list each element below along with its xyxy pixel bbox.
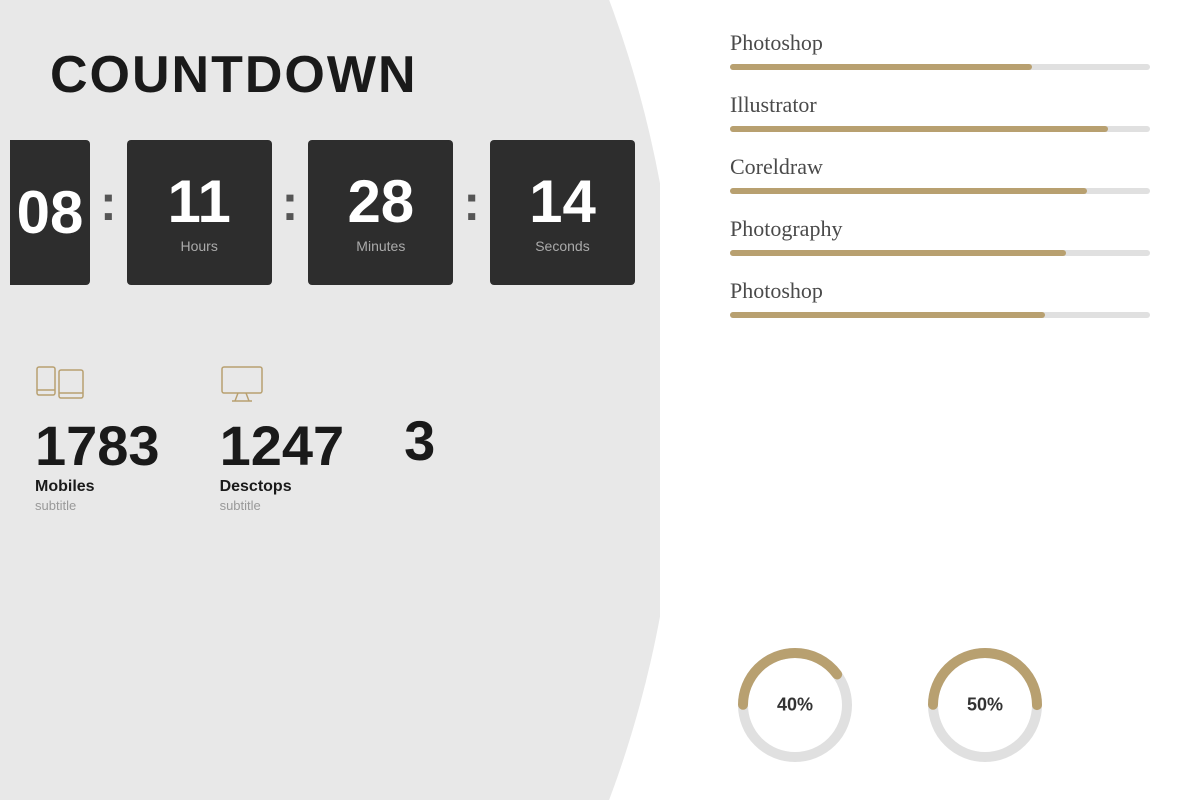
skill-bar-fill bbox=[730, 64, 1032, 70]
stat-desktops: 1247 Desctops subtitle bbox=[220, 365, 345, 513]
countdown-row: 08 : 11 Hours : 28 Minutes : 14 Seconds bbox=[0, 105, 660, 285]
desktops-subtitle: subtitle bbox=[220, 498, 261, 513]
desktop-icon bbox=[220, 365, 270, 410]
countdown-block-seconds: 14 Seconds bbox=[490, 140, 635, 285]
stats-row: 1783 Mobiles subtitle 1247 Desctops subt… bbox=[0, 285, 660, 513]
mobile-icon bbox=[35, 365, 85, 410]
separator-3: : bbox=[453, 174, 490, 232]
right-panel: Photoshop Illustrator Coreldraw Photogra… bbox=[660, 0, 1200, 800]
skills-section: Photoshop Illustrator Coreldraw Photogra… bbox=[730, 30, 1150, 610]
third-number: 3 bbox=[404, 413, 435, 469]
donut-wrapper: 50% bbox=[920, 640, 1050, 770]
skill-bar-fill bbox=[730, 188, 1087, 194]
skill-item: Photoshop bbox=[730, 30, 1150, 70]
skill-bar-bg bbox=[730, 64, 1150, 70]
skill-item: Coreldraw bbox=[730, 154, 1150, 194]
skill-bar-bg bbox=[730, 188, 1150, 194]
stat-mobiles: 1783 Mobiles subtitle bbox=[35, 365, 160, 513]
donut-section: 40% 50% bbox=[730, 610, 1150, 770]
skill-bar-fill bbox=[730, 126, 1108, 132]
separator-2: : bbox=[272, 174, 309, 232]
countdown-block-days-partial: 08 bbox=[10, 140, 90, 285]
skill-bar-bg bbox=[730, 126, 1150, 132]
skill-item: Photoshop bbox=[730, 278, 1150, 318]
hours-label: Hours bbox=[180, 238, 217, 254]
desktops-number: 1247 bbox=[220, 418, 345, 474]
countdown-block-minutes: 28 Minutes bbox=[308, 140, 453, 285]
donut-label: 40% bbox=[777, 695, 813, 716]
donut-container: 40% bbox=[730, 640, 860, 770]
seconds-number: 14 bbox=[529, 172, 596, 232]
skill-item: Illustrator bbox=[730, 92, 1150, 132]
donut-wrapper: 40% bbox=[730, 640, 860, 770]
countdown-title: COUNTDOWN bbox=[0, 0, 660, 105]
skill-name: Photoshop bbox=[730, 30, 1150, 56]
seconds-label: Seconds bbox=[535, 238, 589, 254]
minutes-label: Minutes bbox=[356, 238, 405, 254]
separator-1: : bbox=[90, 174, 127, 232]
days-number: 08 bbox=[17, 183, 84, 243]
skill-name: Photography bbox=[730, 216, 1150, 242]
desktops-title: Desctops bbox=[220, 478, 292, 496]
mobiles-number: 1783 bbox=[35, 418, 160, 474]
stat-third: 3 bbox=[404, 365, 435, 469]
skill-name: Coreldraw bbox=[730, 154, 1150, 180]
skill-bar-bg bbox=[730, 250, 1150, 256]
donut-container: 50% bbox=[920, 640, 1050, 770]
skill-item: Photography bbox=[730, 216, 1150, 256]
mobiles-subtitle: subtitle bbox=[35, 498, 76, 513]
countdown-block-hours: 11 Hours bbox=[127, 140, 272, 285]
left-panel: COUNTDOWN 08 : 11 Hours : 28 Minutes : 1… bbox=[0, 0, 660, 800]
skill-name: Photoshop bbox=[730, 278, 1150, 304]
donut-label: 50% bbox=[967, 695, 1003, 716]
skill-name: Illustrator bbox=[730, 92, 1150, 118]
mobiles-title: Mobiles bbox=[35, 478, 95, 496]
minutes-number: 28 bbox=[347, 172, 414, 232]
skill-bar-fill bbox=[730, 250, 1066, 256]
skill-bar-bg bbox=[730, 312, 1150, 318]
skill-bar-fill bbox=[730, 312, 1045, 318]
hours-number: 11 bbox=[167, 172, 230, 232]
